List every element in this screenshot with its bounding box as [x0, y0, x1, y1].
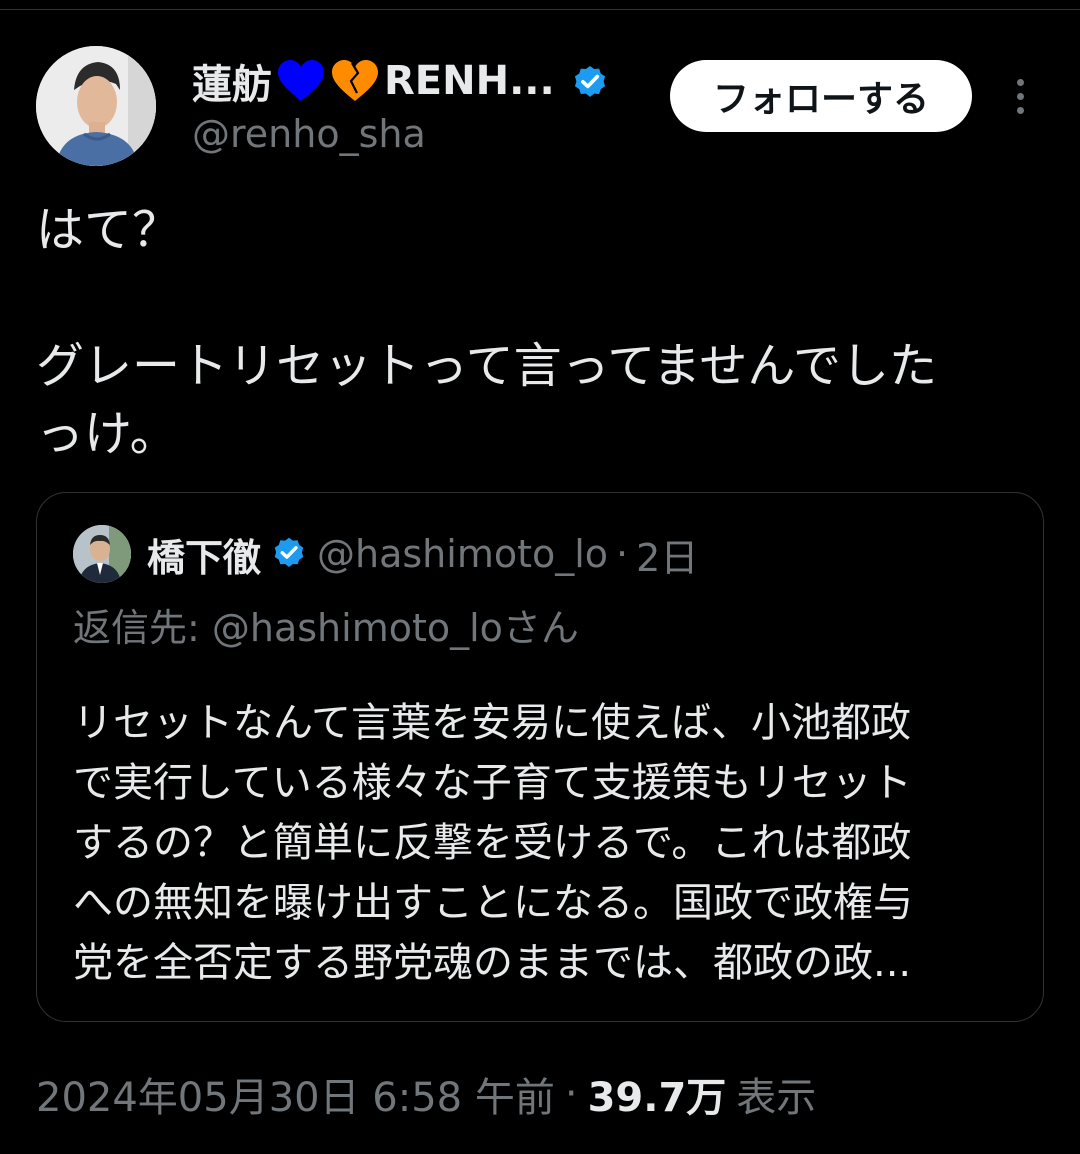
meta-separator: · [564, 1071, 578, 1117]
orange-heart-icon [330, 59, 380, 103]
tweet-text: はて？ グレートリセットって言ってませんでした っけ。 [36, 202, 937, 462]
quoted-tweet-card[interactable]: 橋下徹 @hashimoto_lo · 2日 返信先: @hashimoto_l… [36, 492, 1044, 1022]
author-name-row[interactable]: 蓮舫 RENH... [192, 52, 609, 110]
views-label: 表示 [736, 1075, 817, 1121]
verified-badge-icon [571, 62, 609, 100]
tweet-page: 蓮舫 RENH... @renho_sha フォローする はて？ グレートリセッ… [0, 0, 1080, 1154]
blue-heart-icon [276, 59, 326, 103]
author-display-name: 蓮舫 [192, 62, 272, 108]
quoted-author-name[interactable]: 橋下徹 [147, 527, 261, 582]
more-options-icon[interactable] [1000, 72, 1040, 120]
author-avatar[interactable] [36, 46, 156, 166]
tweet-meta: 2024年05月30日 6:58 午前 · 39.7万 表示 [36, 1066, 816, 1122]
quoted-tweet-header: 橋下徹 @hashimoto_lo · 2日 [147, 525, 698, 583]
views-count: 39.7万 [587, 1075, 727, 1121]
author-display-name-suffix: RENH... [384, 58, 555, 104]
quoted-timestamp[interactable]: 2日 [636, 527, 698, 582]
follow-button[interactable]: フォローする [670, 60, 972, 132]
top-divider [0, 9, 1080, 10]
tweet-timestamp[interactable]: 2024年05月30日 6:58 午前 [36, 1065, 555, 1123]
author-handle[interactable]: @renho_sha [192, 112, 426, 156]
quoted-reply-to: 返信先: @hashimoto_loさん [73, 606, 579, 650]
quoted-separator: · [616, 532, 629, 576]
verified-badge-icon [271, 534, 307, 574]
quoted-author-handle[interactable]: @hashimoto_lo [317, 532, 608, 576]
quoted-author-avatar[interactable] [73, 525, 131, 583]
quoted-tweet-text: リセットなんて言葉を安易に使えば、小池都政 で実行している様々な子育て支援策もリ… [73, 700, 913, 986]
